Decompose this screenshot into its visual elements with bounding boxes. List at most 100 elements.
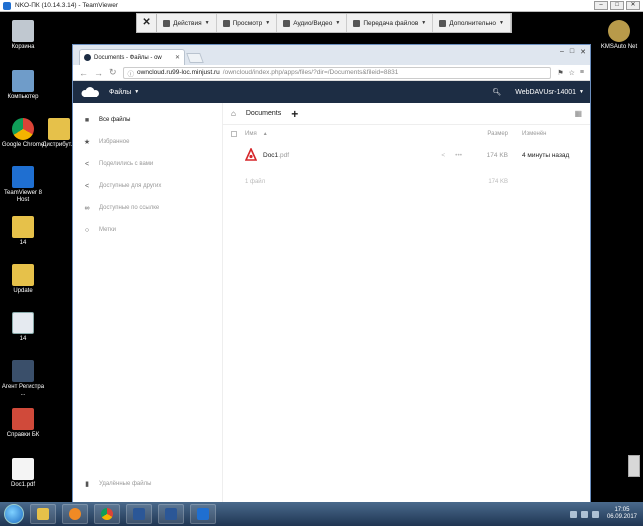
taskbar-explorer[interactable] [30, 504, 56, 524]
minimize-button[interactable]: – [594, 1, 608, 10]
headset-icon [283, 19, 291, 27]
file-actions: < ••• [412, 152, 472, 159]
desktop-icon-kmsauto[interactable]: KMSAuto Net [596, 20, 642, 51]
sidebar-item-favorites[interactable]: ★ Избранное [73, 131, 222, 153]
user-menu[interactable]: WebDAVUsr-14001 ▼ [515, 89, 584, 96]
teamviewer-window-controls: – □ ✕ [594, 1, 640, 10]
desktop-icon-agent[interactable]: Агент Регистра ... [0, 360, 46, 398]
tray-network-icon[interactable] [580, 510, 588, 518]
word-icon [133, 508, 145, 520]
sidebar-item-shared-by-link[interactable]: ∞ Доступные по ссылке [73, 197, 222, 219]
browser-tab[interactable]: Documents - Файлы - ow ✕ [79, 49, 185, 65]
home-icon[interactable]: ⌂ [231, 109, 236, 118]
select-all-checkbox[interactable] [231, 131, 237, 137]
desktop-icon-recycle-bin[interactable]: Корзина [0, 20, 46, 51]
taskbar-word-2[interactable] [158, 504, 184, 524]
close-button[interactable]: ✕ [626, 1, 640, 10]
desktop-icon-doc1-pdf[interactable]: Doc1.pdf [0, 458, 46, 489]
file-list-header: Имя ▲ Размер Изменён [231, 127, 582, 141]
minimize-button[interactable]: – [560, 48, 564, 56]
tray-volume-icon[interactable] [591, 510, 599, 518]
tv-menu-actions[interactable]: Действия ▼ [157, 14, 217, 32]
browser-window-controls: – □ ✕ [560, 48, 586, 56]
tv-menu-audio-video[interactable]: Аудио/Видео ▼ [277, 14, 348, 32]
kmsauto-icon [608, 20, 630, 42]
column-modified[interactable]: Изменён [522, 131, 582, 137]
breadcrumb: ⌂ Documents + [223, 103, 590, 125]
breadcrumb-documents[interactable]: Documents [246, 110, 281, 117]
taskbar-chrome[interactable] [94, 504, 120, 524]
desktop-icon-word-14[interactable]: 14 [0, 312, 46, 343]
caret-down-icon: ▼ [204, 20, 210, 26]
tv-menu-view[interactable]: Просмотр ▼ [217, 14, 278, 32]
sidebar-item-shared-with-you[interactable]: < Поделились с вами [73, 153, 222, 175]
owncloud-content: ■ Все файлы ★ Избранное < Поделились с вами… [73, 103, 590, 503]
browser-window: Documents - Файлы - ow ✕ – □ ✕ ← → ↻ ⓘ o… [72, 44, 591, 504]
file-name[interactable]: Doc1.pdf [263, 152, 289, 159]
reload-icon[interactable]: ↻ [109, 67, 117, 78]
search-icon[interactable]: 🔍︎ [492, 88, 501, 96]
grid-view-icon[interactable]: ▦ [574, 109, 582, 118]
caret-down-icon: ▼ [579, 89, 584, 95]
caret-down-icon: ▼ [134, 89, 140, 95]
desktop-icon-computer[interactable]: Компьютер [0, 70, 46, 101]
desktop-icon-spravki-bk[interactable]: Справки БК [0, 408, 46, 439]
translate-icon[interactable]: ⚑ [557, 69, 563, 77]
tray-flag-icon[interactable] [569, 510, 577, 518]
remote-scroll-handle[interactable] [628, 455, 640, 477]
new-tab-button[interactable] [186, 53, 204, 63]
owncloud-header: Файлы ▼ 🔍︎ WebDAVUsr-14001 ▼ [73, 81, 590, 103]
forward-arrow-icon[interactable]: → [94, 68, 103, 78]
sidebar-item-shared-with-others[interactable]: < Доступные для других [73, 175, 222, 197]
column-size[interactable]: Размер [472, 131, 522, 137]
sidebar-item-deleted-files[interactable]: ▮ Удалённые файлы [73, 473, 151, 495]
caret-down-icon: ▼ [335, 20, 341, 26]
close-tab-icon[interactable]: ✕ [175, 54, 180, 61]
owncloud-favicon [84, 54, 91, 61]
app-menu[interactable]: Файлы ▼ [109, 89, 139, 96]
column-name[interactable]: Имя [245, 131, 257, 137]
computer-icon [12, 70, 34, 92]
word-document-icon [12, 312, 34, 334]
star-icon[interactable]: ☆ [569, 69, 575, 77]
sidebar-item-all-files[interactable]: ■ Все файлы [73, 109, 222, 131]
search-icon: ○ [84, 226, 90, 234]
back-arrow-icon[interactable]: ← [79, 68, 88, 78]
file-summary-row: 1 файл 174 KB [231, 169, 582, 195]
close-button[interactable]: ✕ [580, 48, 586, 56]
taskbar-media-player[interactable] [62, 504, 88, 524]
recycle-bin-icon [12, 20, 34, 42]
desktop-icon-folder-14[interactable]: 14 [0, 216, 46, 247]
desktop-icon-teamviewer-host[interactable]: TeamViewer 8 Host [0, 166, 46, 204]
url-input[interactable]: ⓘ owncloud.ru99-loc.minjust.ru/owncloud/… [122, 66, 552, 79]
word-icon [165, 508, 177, 520]
more-actions-icon[interactable]: ••• [455, 152, 462, 159]
system-clock[interactable]: 17:05 06.09.2017 [607, 507, 637, 521]
menu-icon[interactable]: ≡ [580, 69, 584, 77]
media-player-icon [69, 508, 81, 520]
add-new-button[interactable]: + [291, 107, 298, 121]
table-row[interactable]: Doc1.pdf < ••• 174 KB 4 минуты назад [231, 141, 582, 169]
files-main: ⌂ Documents + ▦ Имя ▲ Размер Изменён Doc… [223, 103, 590, 503]
tv-menu-extras[interactable]: Дополнительно ▼ [433, 14, 511, 32]
tv-menu-file-transfer[interactable]: Передача файлов ▼ [347, 14, 434, 32]
agent-icon [12, 360, 34, 382]
desktop-icon-update-folder[interactable]: Update [0, 264, 46, 295]
taskbar: 17:05 06.09.2017 [0, 502, 643, 526]
owncloud-logo-icon[interactable] [79, 86, 101, 98]
taskbar-word-1[interactable] [126, 504, 152, 524]
taskbar-teamviewer[interactable] [190, 504, 216, 524]
share-icon[interactable]: < [441, 152, 445, 159]
close-session-button[interactable]: ✕ [137, 14, 158, 32]
system-tray: 17:05 06.09.2017 [569, 507, 643, 521]
file-count: 1 файл [245, 179, 266, 185]
start-button[interactable] [4, 504, 24, 524]
trash-icon: ▮ [85, 481, 89, 488]
share-icon: < [84, 182, 90, 190]
folder-icon: ■ [84, 116, 90, 124]
sidebar-item-tags[interactable]: ○ Метки [73, 219, 222, 241]
teamviewer-icon [3, 1, 11, 10]
maximize-button[interactable]: □ [570, 48, 574, 56]
maximize-button[interactable]: □ [610, 1, 624, 10]
total-size: 174 KB [488, 179, 508, 185]
